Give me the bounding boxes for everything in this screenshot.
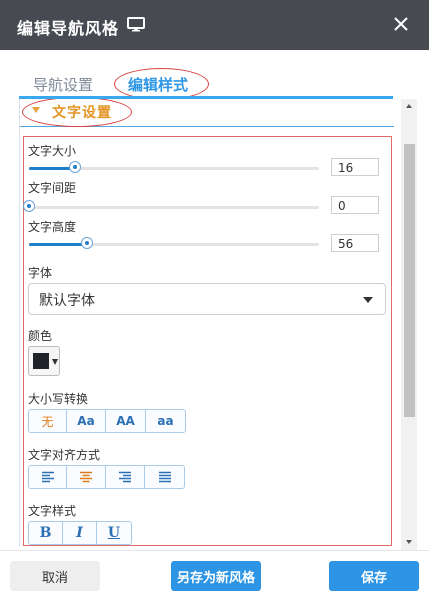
letter-spacing-slider[interactable] <box>23 200 319 212</box>
color-picker-button[interactable] <box>28 346 60 376</box>
text-align-label: 文字对齐方式 <box>28 448 101 462</box>
font-family-label: 字体 <box>28 266 53 280</box>
line-height-slider-handle[interactable] <box>81 237 93 249</box>
line-height-label: 文字高度 <box>28 220 77 234</box>
annotation-circle <box>22 99 132 127</box>
dialog-footer: 取消 另存为新风格 保存 <box>0 550 429 602</box>
tab-nav-settings[interactable]: 导航设置 <box>33 74 93 95</box>
tab-bar: 导航设置 编辑样式 <box>0 50 429 100</box>
chevron-down-icon <box>363 297 373 303</box>
align-center-button[interactable] <box>67 466 106 488</box>
scroll-down-icon[interactable] <box>406 540 412 544</box>
text-transform-label: 大小写转换 <box>28 392 89 406</box>
line-height-slider[interactable] <box>29 237 319 249</box>
save-button[interactable]: 保存 <box>329 561 419 591</box>
transform-uppercase-button[interactable]: AA <box>106 410 146 432</box>
text-style-label: 文字样式 <box>28 504 77 518</box>
color-swatch <box>33 353 49 369</box>
save-as-new-style-button[interactable]: 另存为新风格 <box>171 561 261 591</box>
dialog-titlebar: 编辑导航风格 <box>0 0 429 50</box>
underline-button[interactable]: U <box>97 522 131 544</box>
align-right-button[interactable] <box>106 466 145 488</box>
font-family-value: 默认字体 <box>39 293 95 309</box>
style-panel: 文字设置 文字大小 16 文字间距 0 文字高度 56 字体 默认字体 颜色 大… <box>19 99 394 547</box>
letter-spacing-slider-handle[interactable] <box>23 200 35 212</box>
font-size-input[interactable]: 16 <box>331 158 379 176</box>
letter-spacing-label: 文字间距 <box>28 181 77 195</box>
line-height-slider-fill <box>29 243 87 246</box>
text-align-group <box>28 465 185 489</box>
scroll-up-icon[interactable] <box>406 104 412 108</box>
panel-scrollbar[interactable] <box>401 99 417 550</box>
align-justify-icon <box>158 471 171 483</box>
monitor-icon <box>127 17 145 32</box>
chevron-down-icon <box>52 359 58 365</box>
align-right-icon <box>119 471 131 483</box>
align-center-icon <box>80 471 92 483</box>
transform-lowercase-button[interactable]: aa <box>146 410 185 432</box>
line-height-input[interactable]: 56 <box>331 234 379 252</box>
dialog-title: 编辑导航风格 <box>17 19 120 38</box>
letter-spacing-input[interactable]: 0 <box>331 196 379 214</box>
transform-none-button[interactable]: 无 <box>29 410 67 432</box>
section-header[interactable]: 文字设置 <box>20 99 394 127</box>
font-size-slider[interactable] <box>29 161 319 173</box>
scrollbar-thumb[interactable] <box>404 144 415 417</box>
bold-button[interactable]: B <box>29 522 63 544</box>
text-style-group: B I U <box>28 521 132 545</box>
font-size-label: 文字大小 <box>28 144 77 158</box>
close-icon[interactable] <box>392 15 410 33</box>
cancel-button[interactable]: 取消 <box>10 561 100 591</box>
align-left-button[interactable] <box>29 466 67 488</box>
transform-capitalize-button[interactable]: Aa <box>67 410 106 432</box>
italic-button[interactable]: I <box>63 522 97 544</box>
color-label: 颜色 <box>28 329 53 343</box>
text-transform-group: 无 Aa AA aa <box>28 409 186 433</box>
text-settings: 文字大小 16 文字间距 0 文字高度 56 字体 默认字体 颜色 大小写转换 <box>23 136 392 546</box>
align-justify-button[interactable] <box>145 466 184 488</box>
font-family-select[interactable]: 默认字体 <box>28 283 386 315</box>
font-size-slider-handle[interactable] <box>69 161 82 173</box>
align-left-icon <box>41 471 54 483</box>
